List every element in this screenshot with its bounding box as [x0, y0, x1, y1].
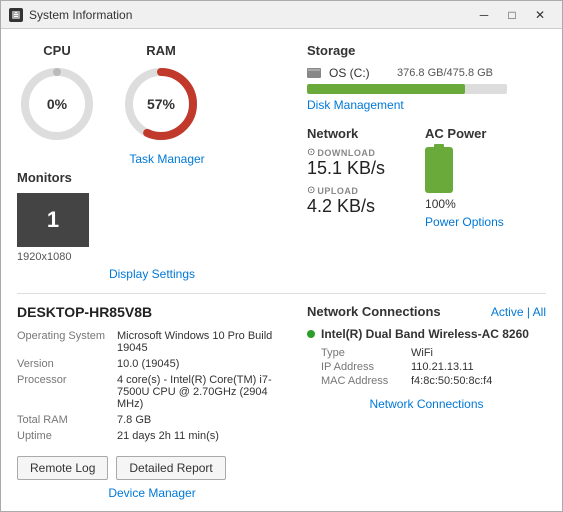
upload-row: ⊙ UPLOAD 4.2 KB/s [307, 185, 385, 217]
storage-drive-row: OS (C:) 376.8 GB/475.8 GB [307, 66, 546, 80]
app-icon [9, 8, 23, 22]
top-section: CPU 0% RAM [17, 43, 546, 281]
network-connections-link[interactable]: Network Connections [307, 397, 546, 411]
ram-total-value: 7.8 GB [117, 412, 287, 428]
processor-label: Processor [17, 372, 117, 412]
netconn-title: Network Connections [307, 304, 441, 319]
download-value: 15.1 KB/s [307, 158, 385, 179]
download-row: ⊙ DOWNLOAD 15.1 KB/s [307, 147, 385, 179]
os-value: Microsoft Windows 10 Pro Build 19045 [117, 328, 287, 356]
remote-log-button[interactable]: Remote Log [17, 456, 108, 480]
cpu-ram-row: CPU 0% RAM [17, 43, 287, 144]
adapter-status-dot [307, 330, 315, 338]
ip-label: IP Address [321, 361, 391, 373]
filter-active-link[interactable]: Active [491, 305, 524, 319]
ram-value: 57% [147, 96, 175, 112]
download-icon: ⊙ [307, 147, 315, 158]
network-section: Network ⊙ DOWNLOAD 15.1 KB/s ⊙ UPLOAD [307, 126, 385, 229]
download-label: DOWNLOAD [317, 148, 375, 158]
storage-progress-bg [307, 84, 507, 94]
table-row: Uptime 21 days 2h 11 min(s) [17, 428, 287, 444]
system-info-table: Operating System Microsoft Windows 10 Pr… [17, 328, 287, 444]
right-panel: Storage OS (C:) 376.8 GB/475.8 GB Disk M… [287, 43, 546, 281]
uptime-label: Uptime [17, 428, 117, 444]
type-label: Type [321, 347, 391, 359]
table-row: Version 10.0 (19045) [17, 356, 287, 372]
ac-power-title: AC Power [425, 126, 504, 141]
upload-value: 4.2 KB/s [307, 196, 385, 217]
bottom-section: DESKTOP-HR85V8B Operating System Microso… [17, 304, 546, 500]
type-value: WiFi [411, 347, 433, 359]
device-manager-link[interactable]: Device Manager [17, 486, 287, 500]
table-row: Operating System Microsoft Windows 10 Pr… [17, 328, 287, 356]
task-manager-link[interactable]: Task Manager [47, 152, 287, 166]
network-connections-panel: Network Connections Active | All Intel(R… [287, 304, 546, 500]
filter-all-link[interactable]: All [533, 305, 546, 319]
storage-title: Storage [307, 43, 546, 58]
mac-value: f4:8c:50:50:8c:f4 [411, 375, 492, 387]
maximize-button[interactable]: □ [498, 1, 526, 29]
version-label: Version [17, 356, 117, 372]
minimize-button[interactable]: ─ [470, 1, 498, 29]
adapter-ip-row: IP Address 110.21.13.11 [321, 361, 546, 373]
netconn-filter-links: Active | All [491, 305, 546, 319]
adapter-type-row: Type WiFi [321, 347, 546, 359]
cpu-gauge: 0% [17, 64, 97, 144]
ram-label: RAM [146, 43, 176, 58]
processor-value: 4 core(s) - Intel(R) Core(TM) i7-7500U C… [117, 372, 287, 412]
ram-gauge: 57% [121, 64, 201, 144]
cpu-value: 0% [47, 96, 67, 112]
net-power-row: Network ⊙ DOWNLOAD 15.1 KB/s ⊙ UPLOAD [307, 126, 546, 229]
storage-section: Storage OS (C:) 376.8 GB/475.8 GB Disk M… [307, 43, 546, 112]
uptime-value: 21 days 2h 11 min(s) [117, 428, 287, 444]
cpu-label: CPU [43, 43, 70, 58]
hostname: DESKTOP-HR85V8B [17, 304, 287, 320]
detailed-report-button[interactable]: Detailed Report [116, 456, 225, 480]
cpu-gauge-container: CPU 0% [17, 43, 97, 144]
disk-management-link[interactable]: Disk Management [307, 98, 546, 112]
monitors-section: Monitors 1 1920x1080 Display Settings [17, 170, 287, 281]
upload-icon: ⊙ [307, 185, 315, 196]
ram-gauge-container: RAM 57% [121, 43, 201, 144]
table-row: Total RAM 7.8 GB [17, 412, 287, 428]
drive-size: 376.8 GB/475.8 GB [397, 67, 493, 79]
storage-progress-fill [307, 84, 465, 94]
monitors-title: Monitors [17, 170, 287, 185]
power-options-link[interactable]: Power Options [425, 215, 504, 229]
network-adapter: Intel(R) Dual Band Wireless-AC 8260 [307, 327, 546, 341]
version-value: 10.0 (19045) [117, 356, 287, 372]
left-panel: CPU 0% RAM [17, 43, 287, 281]
battery-percent: 100% [425, 197, 504, 211]
os-label: Operating System [17, 328, 117, 356]
sysinfo-panel: DESKTOP-HR85V8B Operating System Microso… [17, 304, 287, 500]
main-window: System Information ─ □ ✕ CPU [0, 0, 563, 512]
monitor-resolution: 1920x1080 [17, 251, 287, 263]
adapter-mac-row: MAC Address f4:8c:50:50:8c:f4 [321, 375, 546, 387]
ip-value: 110.21.13.11 [411, 361, 474, 373]
titlebar: System Information ─ □ ✕ [1, 1, 562, 29]
window-title: System Information [29, 8, 470, 22]
adapter-name: Intel(R) Dual Band Wireless-AC 8260 [321, 327, 529, 341]
close-button[interactable]: ✕ [526, 1, 554, 29]
display-settings-link[interactable]: Display Settings [17, 267, 287, 281]
upload-label: UPLOAD [317, 186, 358, 196]
ram-label: Total RAM [17, 412, 117, 428]
table-row: Processor 4 core(s) - Intel(R) Core(TM) … [17, 372, 287, 412]
window-controls: ─ □ ✕ [470, 1, 554, 29]
network-title: Network [307, 126, 385, 141]
ac-power-section: AC Power 100% Power Options [425, 126, 504, 229]
content-area: CPU 0% RAM [1, 29, 562, 511]
section-divider [17, 293, 546, 294]
netconn-header: Network Connections Active | All [307, 304, 546, 319]
drive-name: OS (C:) [329, 66, 389, 80]
drive-icon [307, 68, 321, 78]
monitor-display: 1 [17, 193, 89, 247]
battery-icon [425, 147, 453, 193]
adapter-details: Type WiFi IP Address 110.21.13.11 MAC Ad… [321, 347, 546, 387]
mac-label: MAC Address [321, 375, 391, 387]
action-buttons: Remote Log Detailed Report [17, 456, 287, 480]
